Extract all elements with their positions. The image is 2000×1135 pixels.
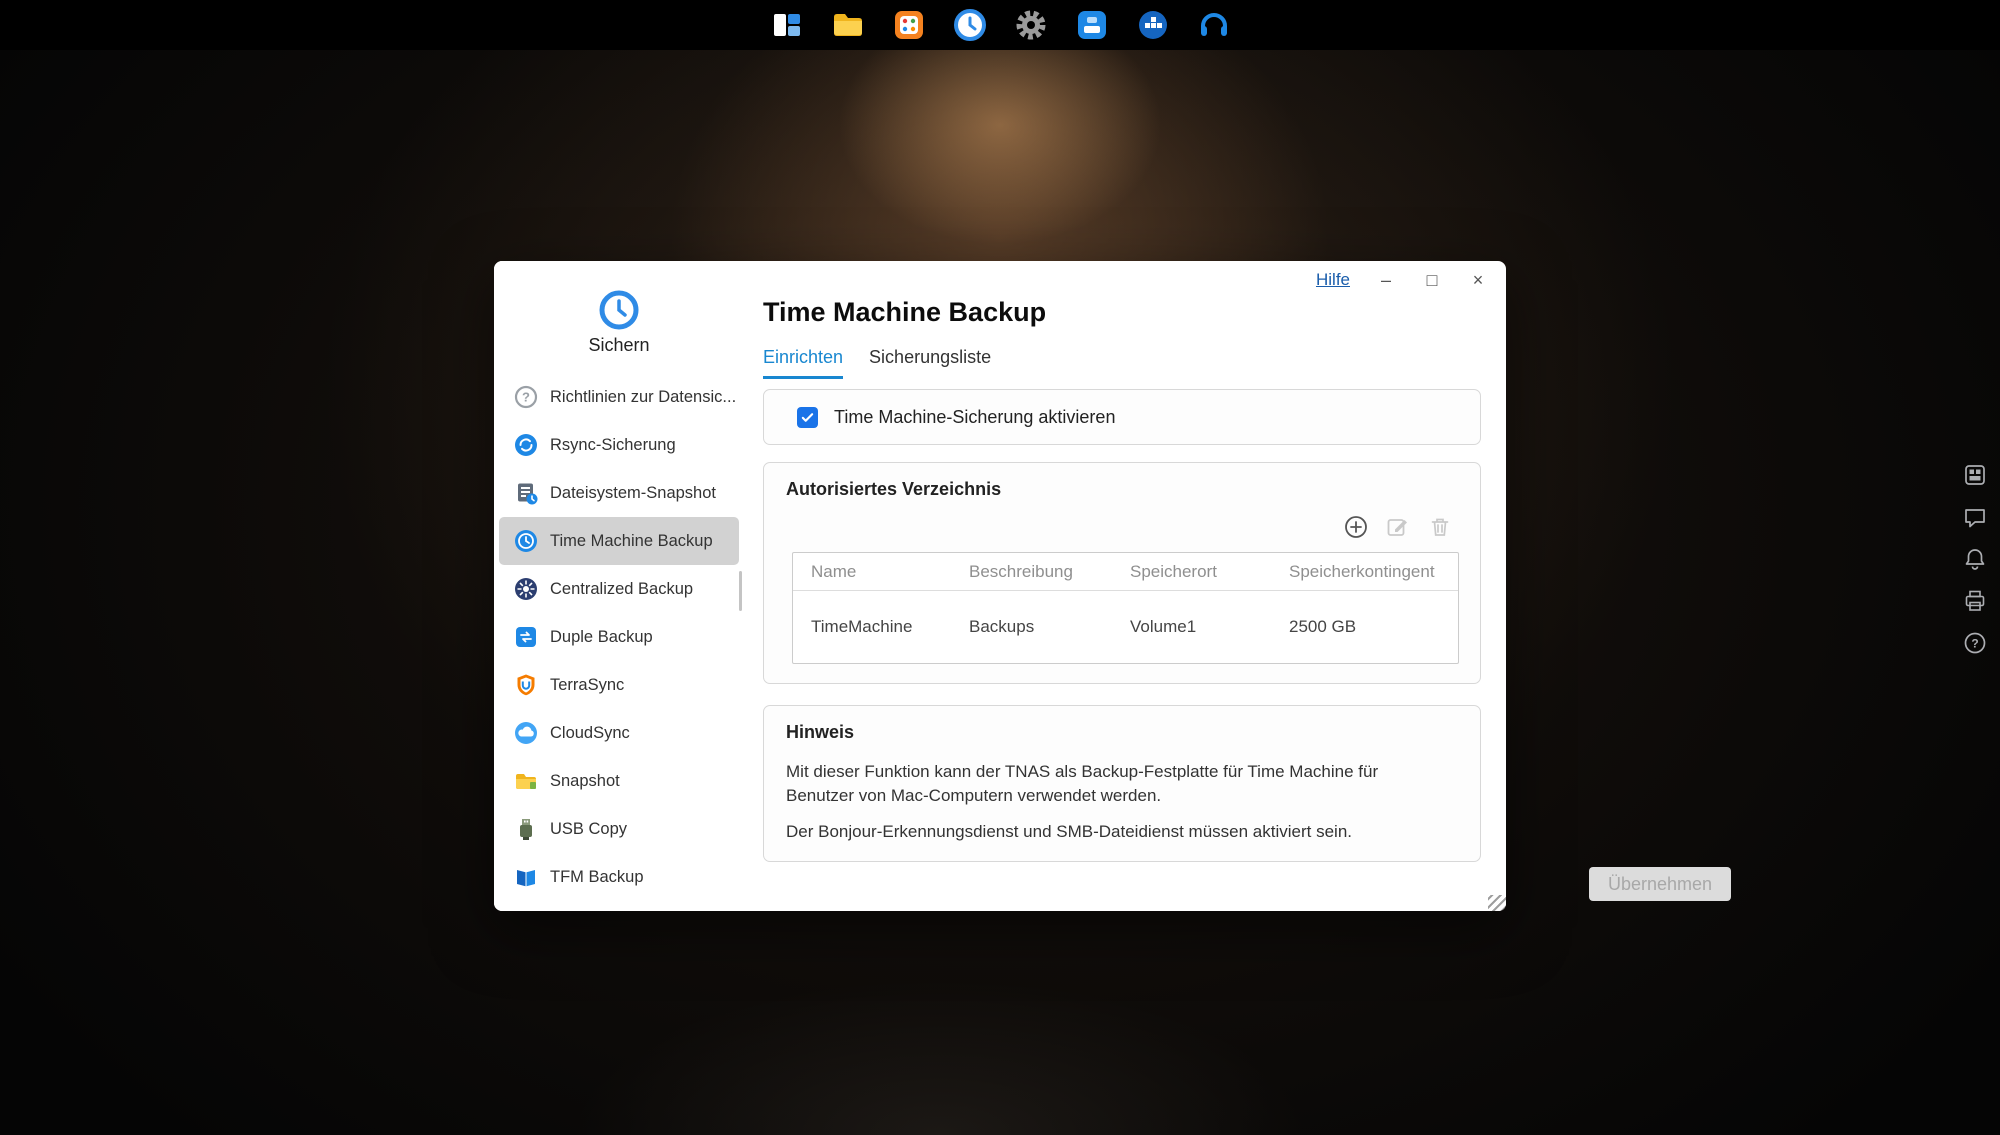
svg-text:?: ?	[522, 390, 530, 405]
sidebar-item-label: Snapshot	[550, 772, 620, 791]
hint-card: Hinweis Mit dieser Funktion kann der TNA…	[763, 705, 1481, 862]
close-button[interactable]: ×	[1468, 270, 1488, 290]
widgets-icon[interactable]	[1962, 462, 1988, 488]
app-blue-icon[interactable]	[1074, 7, 1110, 43]
sidebar-item-rsync[interactable]: Rsync-Sicherung	[499, 421, 739, 469]
authorized-directory-title: Autorisiertes Verzeichnis	[786, 479, 1001, 500]
sidebar-item-richtlinien[interactable]: ? Richtlinien zur Datensic...	[499, 373, 739, 421]
table-header-row: Name Beschreibung Speicherort Speicherko…	[793, 553, 1458, 591]
policy-help-icon: ?	[513, 384, 539, 410]
cell-name: TimeMachine	[793, 591, 951, 663]
column-header-name: Name	[793, 553, 951, 590]
hint-text-1: Mit dieser Funktion kann der TNAS als Ba…	[786, 760, 1450, 808]
backup-clock-icon[interactable]	[952, 7, 988, 43]
docker-icon[interactable]	[1135, 7, 1171, 43]
feedback-icon[interactable]	[1962, 504, 1988, 530]
sidebar-item-usb-copy[interactable]: USB Copy	[499, 805, 739, 853]
filesystem-snapshot-icon	[513, 480, 539, 506]
sidebar: Sichern ? Richtlinien zur Datensic... Rs…	[494, 261, 744, 911]
printer-icon[interactable]	[1962, 588, 1988, 614]
add-icon[interactable]	[1342, 513, 1370, 541]
maximize-button[interactable]: □	[1422, 270, 1442, 290]
file-manager-icon[interactable]	[830, 7, 866, 43]
sidebar-item-label: CloudSync	[550, 724, 630, 743]
app-label: Sichern	[494, 335, 744, 356]
usb-copy-icon	[513, 816, 539, 842]
sidebar-item-time-machine-backup[interactable]: Time Machine Backup	[499, 517, 739, 565]
table-actions	[1342, 513, 1454, 541]
snapshot-folder-icon	[513, 768, 539, 794]
support-headset-icon[interactable]	[1196, 7, 1232, 43]
apply-button[interactable]: Übernehmen	[1589, 867, 1731, 901]
cell-quota: 2500 GB	[1271, 591, 1458, 663]
tab-einrichten[interactable]: Einrichten	[763, 347, 843, 379]
enable-checkbox-label: Time Machine-Sicherung aktivieren	[834, 407, 1115, 428]
time-machine-backup-window: Hilfe – □ × Sichern ? Richtlinien zur Da…	[494, 261, 1506, 911]
sidebar-item-label: Richtlinien zur Datensic...	[550, 388, 736, 407]
window-header: Hilfe – □ ×	[1316, 270, 1488, 290]
sidebar-item-label: Duple Backup	[550, 628, 653, 647]
cell-location: Volume1	[1112, 591, 1271, 663]
resize-handle[interactable]	[1488, 895, 1506, 911]
backup-app-icon	[597, 288, 641, 332]
delete-icon[interactable]	[1426, 513, 1454, 541]
sidebar-item-label: Time Machine Backup	[550, 532, 713, 551]
sidebar-item-label: USB Copy	[550, 820, 627, 839]
window-manager-icon[interactable]	[769, 7, 805, 43]
taskbar	[0, 0, 2000, 50]
sidebar-item-label: Dateisystem-Snapshot	[550, 484, 716, 503]
sidebar-item-label: Centralized Backup	[550, 580, 693, 599]
sidebar-item-tfm-backup[interactable]: TFM Backup	[499, 853, 739, 901]
column-header-location: Speicherort	[1112, 553, 1271, 590]
sidebar-item-dateisystem-snapshot[interactable]: Dateisystem-Snapshot	[499, 469, 739, 517]
sidebar-item-centralized-backup[interactable]: Centralized Backup	[499, 565, 739, 613]
control-panel-icon[interactable]	[891, 7, 927, 43]
tab-sicherungsliste[interactable]: Sicherungsliste	[869, 347, 991, 379]
sidebar-item-cloudsync[interactable]: CloudSync	[499, 709, 739, 757]
sidebar-nav: ? Richtlinien zur Datensic... Rsync-Sich…	[494, 373, 744, 901]
sidebar-item-snapshot[interactable]: Snapshot	[499, 757, 739, 805]
sidebar-item-label: TerraSync	[550, 676, 624, 695]
authorized-directory-card: Autorisiertes Verzeichnis Name Beschreib…	[763, 462, 1481, 684]
centralized-backup-icon	[513, 576, 539, 602]
column-header-description: Beschreibung	[951, 553, 1112, 590]
sidebar-item-label: Rsync-Sicherung	[550, 436, 676, 455]
sidebar-item-duple-backup[interactable]: Duple Backup	[499, 613, 739, 661]
help-circle-icon[interactable]: ?	[1962, 630, 1988, 656]
rsync-icon	[513, 432, 539, 458]
page-title: Time Machine Backup	[763, 297, 1046, 328]
enable-card: Time Machine-Sicherung aktivieren	[763, 389, 1481, 445]
enable-checkbox[interactable]	[797, 407, 818, 428]
cell-description: Backups	[951, 591, 1112, 663]
hint-text-2: Der Bonjour-Erkennungsdienst und SMB-Dat…	[786, 820, 1450, 844]
authorized-directory-table: Name Beschreibung Speicherort Speicherko…	[792, 552, 1459, 664]
main-content: Time Machine Backup Einrichten Sicherung…	[744, 261, 1506, 911]
table-row[interactable]: TimeMachine Backups Volume1 2500 GB	[793, 591, 1458, 663]
time-machine-icon	[513, 528, 539, 554]
duple-backup-icon	[513, 624, 539, 650]
hint-title: Hinweis	[786, 722, 854, 743]
desktop-side-panel: ?	[1962, 462, 1988, 656]
notifications-icon[interactable]	[1962, 546, 1988, 572]
help-link[interactable]: Hilfe	[1316, 270, 1350, 290]
cloudsync-icon	[513, 720, 539, 746]
terrasync-icon	[513, 672, 539, 698]
sidebar-scrollbar[interactable]	[739, 571, 742, 611]
edit-icon[interactable]	[1384, 513, 1412, 541]
settings-gear-icon[interactable]	[1013, 7, 1049, 43]
tab-bar: Einrichten Sicherungsliste	[763, 347, 991, 379]
minimize-button[interactable]: –	[1376, 270, 1396, 290]
column-header-quota: Speicherkontingent	[1271, 553, 1458, 590]
sidebar-item-terrasync[interactable]: TerraSync	[499, 661, 739, 709]
sidebar-item-label: TFM Backup	[550, 868, 644, 887]
tfm-backup-icon	[513, 864, 539, 890]
svg-text:?: ?	[1971, 637, 1978, 651]
